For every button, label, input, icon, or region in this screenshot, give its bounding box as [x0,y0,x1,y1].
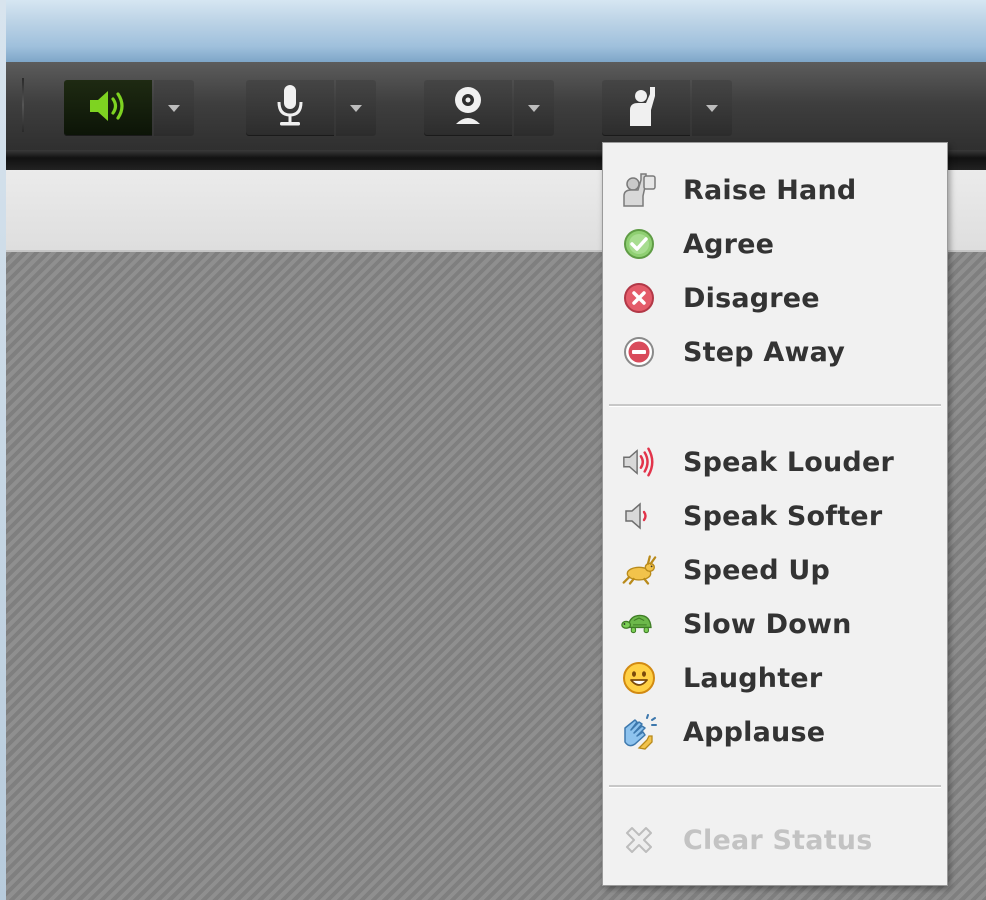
clear-status-icon [621,822,657,858]
menu-item-label: Speak Softer [683,500,883,532]
menu-item-laughter[interactable]: Laughter [603,653,947,703]
turtle-icon [621,606,657,642]
menu-item-label: Raise Hand [683,174,857,206]
speaker-button[interactable] [64,80,152,136]
menu-item-label: Speak Louder [683,446,894,478]
menu-item-speed-up[interactable]: Speed Up [603,545,947,595]
app-window: Raise Hand Agree Disagree Step Away Spea… [0,0,986,900]
speaker-soft-icon [621,498,657,534]
window-title-bar [0,0,986,62]
chevron-down-icon [528,104,540,112]
menu-item-clear-status: Clear Status [603,815,947,865]
raise-hand-icon [621,172,657,208]
menu-divider [609,785,941,788]
step-away-icon [621,334,657,370]
status-dropdown-button[interactable] [692,80,732,136]
webcam-icon [448,84,488,132]
webcam-dropdown-button[interactable] [514,80,554,136]
status-button[interactable] [602,80,690,136]
menu-item-disagree[interactable]: Disagree [603,273,947,323]
menu-divider [609,404,941,407]
speaker-control [64,80,194,136]
menu-item-label: Speed Up [683,554,830,586]
menu-item-label: Disagree [683,282,820,314]
disagree-x-icon [621,280,657,316]
chevron-down-icon [706,104,718,112]
menu-item-agree[interactable]: Agree [603,219,947,269]
chevron-down-icon [350,104,362,112]
agree-check-icon [621,226,657,262]
microphone-control [246,80,376,136]
menu-item-label: Applause [683,716,826,748]
menu-item-raise-hand[interactable]: Raise Hand [603,165,947,215]
menu-item-speak-softer[interactable]: Speak Softer [603,491,947,541]
menu-item-label: Agree [683,228,775,260]
webcam-control [424,80,554,136]
speaker-loud-icon [621,444,657,480]
smiley-icon [621,660,657,696]
menu-item-label: Slow Down [683,608,852,640]
microphone-dropdown-button[interactable] [336,80,376,136]
menu-item-label: Step Away [683,336,846,368]
clapping-hands-icon [621,714,657,750]
webcam-button[interactable] [424,80,512,136]
menu-item-speak-louder[interactable]: Speak Louder [603,437,947,487]
menu-item-slow-down[interactable]: Slow Down [603,599,947,649]
chevron-down-icon [168,104,180,112]
menu-item-label: Clear Status [683,824,873,856]
microphone-icon [273,83,307,133]
status-menu: Raise Hand Agree Disagree Step Away Spea… [602,142,948,886]
menu-item-step-away[interactable]: Step Away [603,327,947,377]
rabbit-icon [621,552,657,588]
status-control [602,80,732,136]
toolbar-separator [22,78,24,132]
raise-hand-icon [626,84,666,132]
menu-item-label: Laughter [683,662,823,694]
menu-item-applause[interactable]: Applause [603,707,947,757]
speaker-dropdown-button[interactable] [154,80,194,136]
microphone-button[interactable] [246,80,334,136]
window-left-frame [0,0,6,900]
speaker-icon [86,86,130,130]
